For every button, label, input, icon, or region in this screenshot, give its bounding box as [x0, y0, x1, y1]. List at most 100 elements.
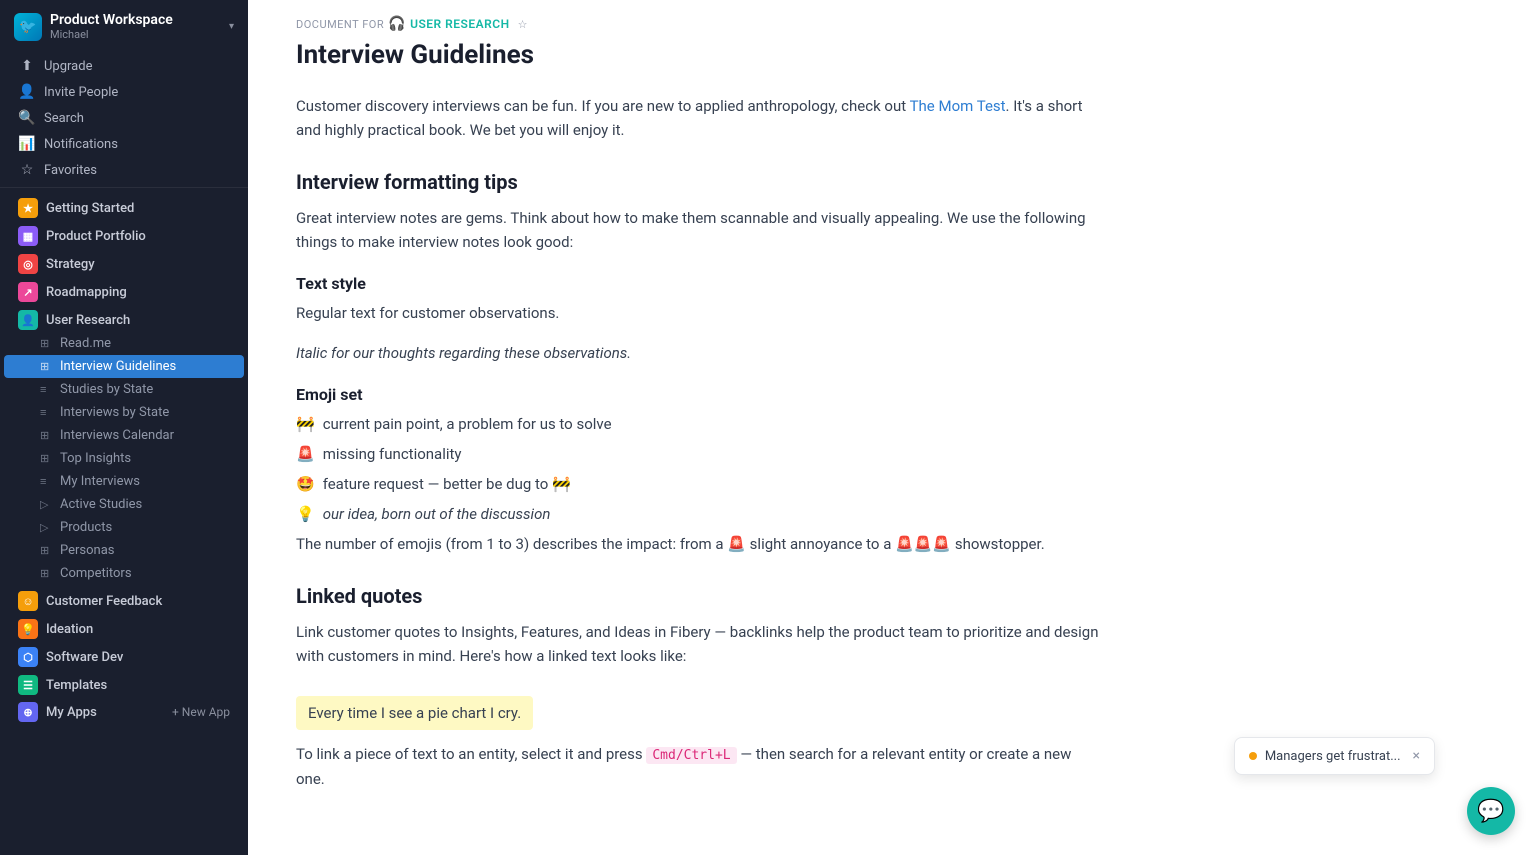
doc-title: Interview Guidelines: [296, 40, 1487, 70]
sidebar-subitem-readme[interactable]: ⊞ Read.me: [4, 332, 244, 355]
sidebar-subitem-interview-guidelines[interactable]: ⊞ Interview Guidelines: [4, 355, 244, 378]
sidebar-item-roadmapping[interactable]: ↗ Roadmapping: [4, 276, 244, 304]
formatting-tips-heading: Interview formatting tips: [296, 170, 1100, 194]
missing-functionality-text: missing functionality: [323, 442, 462, 466]
products-label: Products: [60, 520, 112, 535]
product-portfolio-icon: ▦: [18, 226, 38, 246]
sidebar-item-invite-people[interactable]: 👤 Invite People: [4, 79, 244, 105]
sidebar-item-templates[interactable]: ☰ Templates: [4, 669, 244, 697]
sidebar-subitem-interviews-calendar[interactable]: ⊞ Interviews Calendar: [4, 424, 244, 447]
linked-instructions: To link a piece of text to an entity, se…: [296, 742, 1100, 791]
pain-point-text: current pain point, a problem for us to …: [323, 412, 612, 436]
products-icon: ▷: [40, 521, 54, 534]
intro-text: Customer discovery interviews can be fun…: [296, 97, 910, 115]
chat-button[interactable]: 💬: [1467, 787, 1515, 835]
interviews-calendar-icon: ⊞: [40, 429, 54, 442]
interviews-by-state-label: Interviews by State: [60, 405, 169, 420]
italic-text-desc: Italic for our thoughts regarding these …: [296, 341, 1100, 365]
sidebar-subitem-top-insights[interactable]: ⊞ Top Insights: [4, 447, 244, 470]
ideation-icon: 💡: [18, 619, 38, 639]
interviews-by-state-icon: ≡: [40, 406, 54, 419]
ideation-label: Ideation: [46, 622, 230, 637]
workspace-name: Product Workspace: [50, 12, 221, 28]
invite-people-icon: 👤: [18, 84, 36, 100]
templates-icon: ☰: [18, 675, 38, 695]
my-apps-row[interactable]: ⊕ My Apps + New App: [4, 697, 244, 727]
personas-icon: ⊞: [40, 544, 54, 557]
sidebar-item-search[interactable]: 🔍 Search: [4, 105, 244, 131]
toast-dot: [1249, 752, 1257, 760]
sidebar-subitem-personas[interactable]: ⊞ Personas: [4, 539, 244, 562]
chat-icon: 💬: [1477, 799, 1504, 824]
our-idea-emoji: 💡: [296, 502, 315, 526]
studies-by-state-label: Studies by State: [60, 382, 153, 397]
sidebar: 🐦 Product Workspace Michael ▾ ⬆ Upgrade …: [0, 0, 248, 855]
top-insights-label: Top Insights: [60, 451, 131, 466]
breadcrumb-for-label: DOCUMENT FOR: [296, 18, 384, 31]
interview-guidelines-icon: ⊞: [40, 360, 54, 373]
product-portfolio-label: Product Portfolio: [46, 229, 230, 244]
main-content: DOCUMENT FOR 🎧 USER RESEARCH ☆ Interview…: [248, 0, 1535, 855]
intro-paragraph: Customer discovery interviews can be fun…: [296, 94, 1100, 142]
sidebar-item-software-dev[interactable]: ⬡ Software Dev: [4, 641, 244, 669]
active-studies-label: Active Studies: [60, 497, 142, 512]
favorite-star-icon[interactable]: ☆: [518, 18, 528, 31]
sidebar-subitem-products[interactable]: ▷ Products: [4, 516, 244, 539]
search-label: Search: [44, 111, 84, 126]
sidebar-item-ideation[interactable]: 💡 Ideation: [4, 613, 244, 641]
user-research-subitems: ⊞ Read.me ⊞ Interview Guidelines ≡ Studi…: [0, 332, 248, 585]
sidebar-item-favorites[interactable]: ☆ Favorites: [4, 157, 244, 183]
notifications-icon: 📊: [18, 136, 36, 152]
breadcrumb-app-name: USER RESEARCH: [410, 17, 510, 31]
sidebar-item-user-research[interactable]: 👤 User Research: [4, 304, 244, 332]
strategy-label: Strategy: [46, 257, 230, 272]
sidebar-subitem-studies-by-state[interactable]: ≡ Studies by State: [4, 378, 244, 401]
sidebar-divider: [0, 187, 248, 188]
upgrade-icon: ⬆: [18, 58, 36, 74]
competitors-label: Competitors: [60, 566, 132, 581]
new-app-button[interactable]: + New App: [172, 705, 230, 719]
active-studies-icon: ▷: [40, 498, 54, 511]
pain-point-emoji: 🚧: [296, 412, 315, 436]
software-dev-icon: ⬡: [18, 647, 38, 667]
sidebar-subitem-competitors[interactable]: ⊞ Competitors: [4, 562, 244, 585]
sidebar-item-getting-started[interactable]: ★ Getting Started: [4, 192, 244, 220]
user-research-breadcrumb-icon: 🎧: [388, 16, 406, 32]
workspace-info: Product Workspace Michael: [50, 12, 221, 41]
formatting-desc: Great interview notes are gems. Think ab…: [296, 206, 1100, 254]
sidebar-item-notifications[interactable]: 📊 Notifications: [4, 131, 244, 157]
readme-label: Read.me: [60, 336, 111, 351]
mom-test-link[interactable]: The Mom Test: [910, 97, 1006, 115]
sidebar-subitem-active-studies[interactable]: ▷ Active Studies: [4, 493, 244, 516]
keyboard-shortcut: Cmd/Ctrl+L: [646, 747, 736, 764]
sidebar-item-product-portfolio[interactable]: ▦ Product Portfolio: [4, 220, 244, 248]
feature-request-text: feature request — better be dug to 🚧: [323, 472, 571, 496]
sidebar-subitem-my-interviews[interactable]: ≡ My Interviews: [4, 470, 244, 493]
top-insights-icon: ⊞: [40, 452, 54, 465]
breadcrumb: DOCUMENT FOR 🎧 USER RESEARCH ☆: [296, 16, 1487, 32]
personas-label: Personas: [60, 543, 115, 558]
sidebar-subitem-interviews-by-state[interactable]: ≡ Interviews by State: [4, 401, 244, 424]
regular-text-desc: Regular text for customer observations.: [296, 301, 1100, 325]
sidebar-item-strategy[interactable]: ◎ Strategy: [4, 248, 244, 276]
toast-close-button[interactable]: ×: [1413, 748, 1420, 764]
our-idea-text: our idea, born out of the discussion: [323, 502, 551, 526]
readme-icon: ⊞: [40, 337, 54, 350]
emoji-item-missing-functionality: 🚨 missing functionality: [296, 442, 1100, 466]
emoji-item-our-idea: 💡 our idea, born out of the discussion: [296, 502, 1100, 526]
software-dev-label: Software Dev: [46, 650, 230, 665]
linked-desc: Link customer quotes to Insights, Featur…: [296, 620, 1100, 668]
getting-started-label: Getting Started: [46, 201, 230, 216]
text-style-heading: Text style: [296, 274, 1100, 293]
interview-guidelines-label: Interview Guidelines: [60, 359, 176, 374]
sidebar-item-customer-feedback[interactable]: ☺ Customer Feedback: [4, 585, 244, 613]
studies-by-state-icon: ≡: [40, 383, 54, 396]
workspace-header[interactable]: 🐦 Product Workspace Michael ▾: [0, 0, 248, 53]
roadmapping-icon: ↗: [18, 282, 38, 302]
emoji-item-feature-request: 🤩 feature request — better be dug to 🚧: [296, 472, 1100, 496]
customer-feedback-label: Customer Feedback: [46, 594, 230, 609]
sidebar-item-upgrade[interactable]: ⬆ Upgrade: [4, 53, 244, 79]
user-research-icon: 👤: [18, 310, 38, 330]
linked-quotes-heading: Linked quotes: [296, 584, 1100, 608]
emoji-item-pain-point: 🚧 current pain point, a problem for us t…: [296, 412, 1100, 436]
